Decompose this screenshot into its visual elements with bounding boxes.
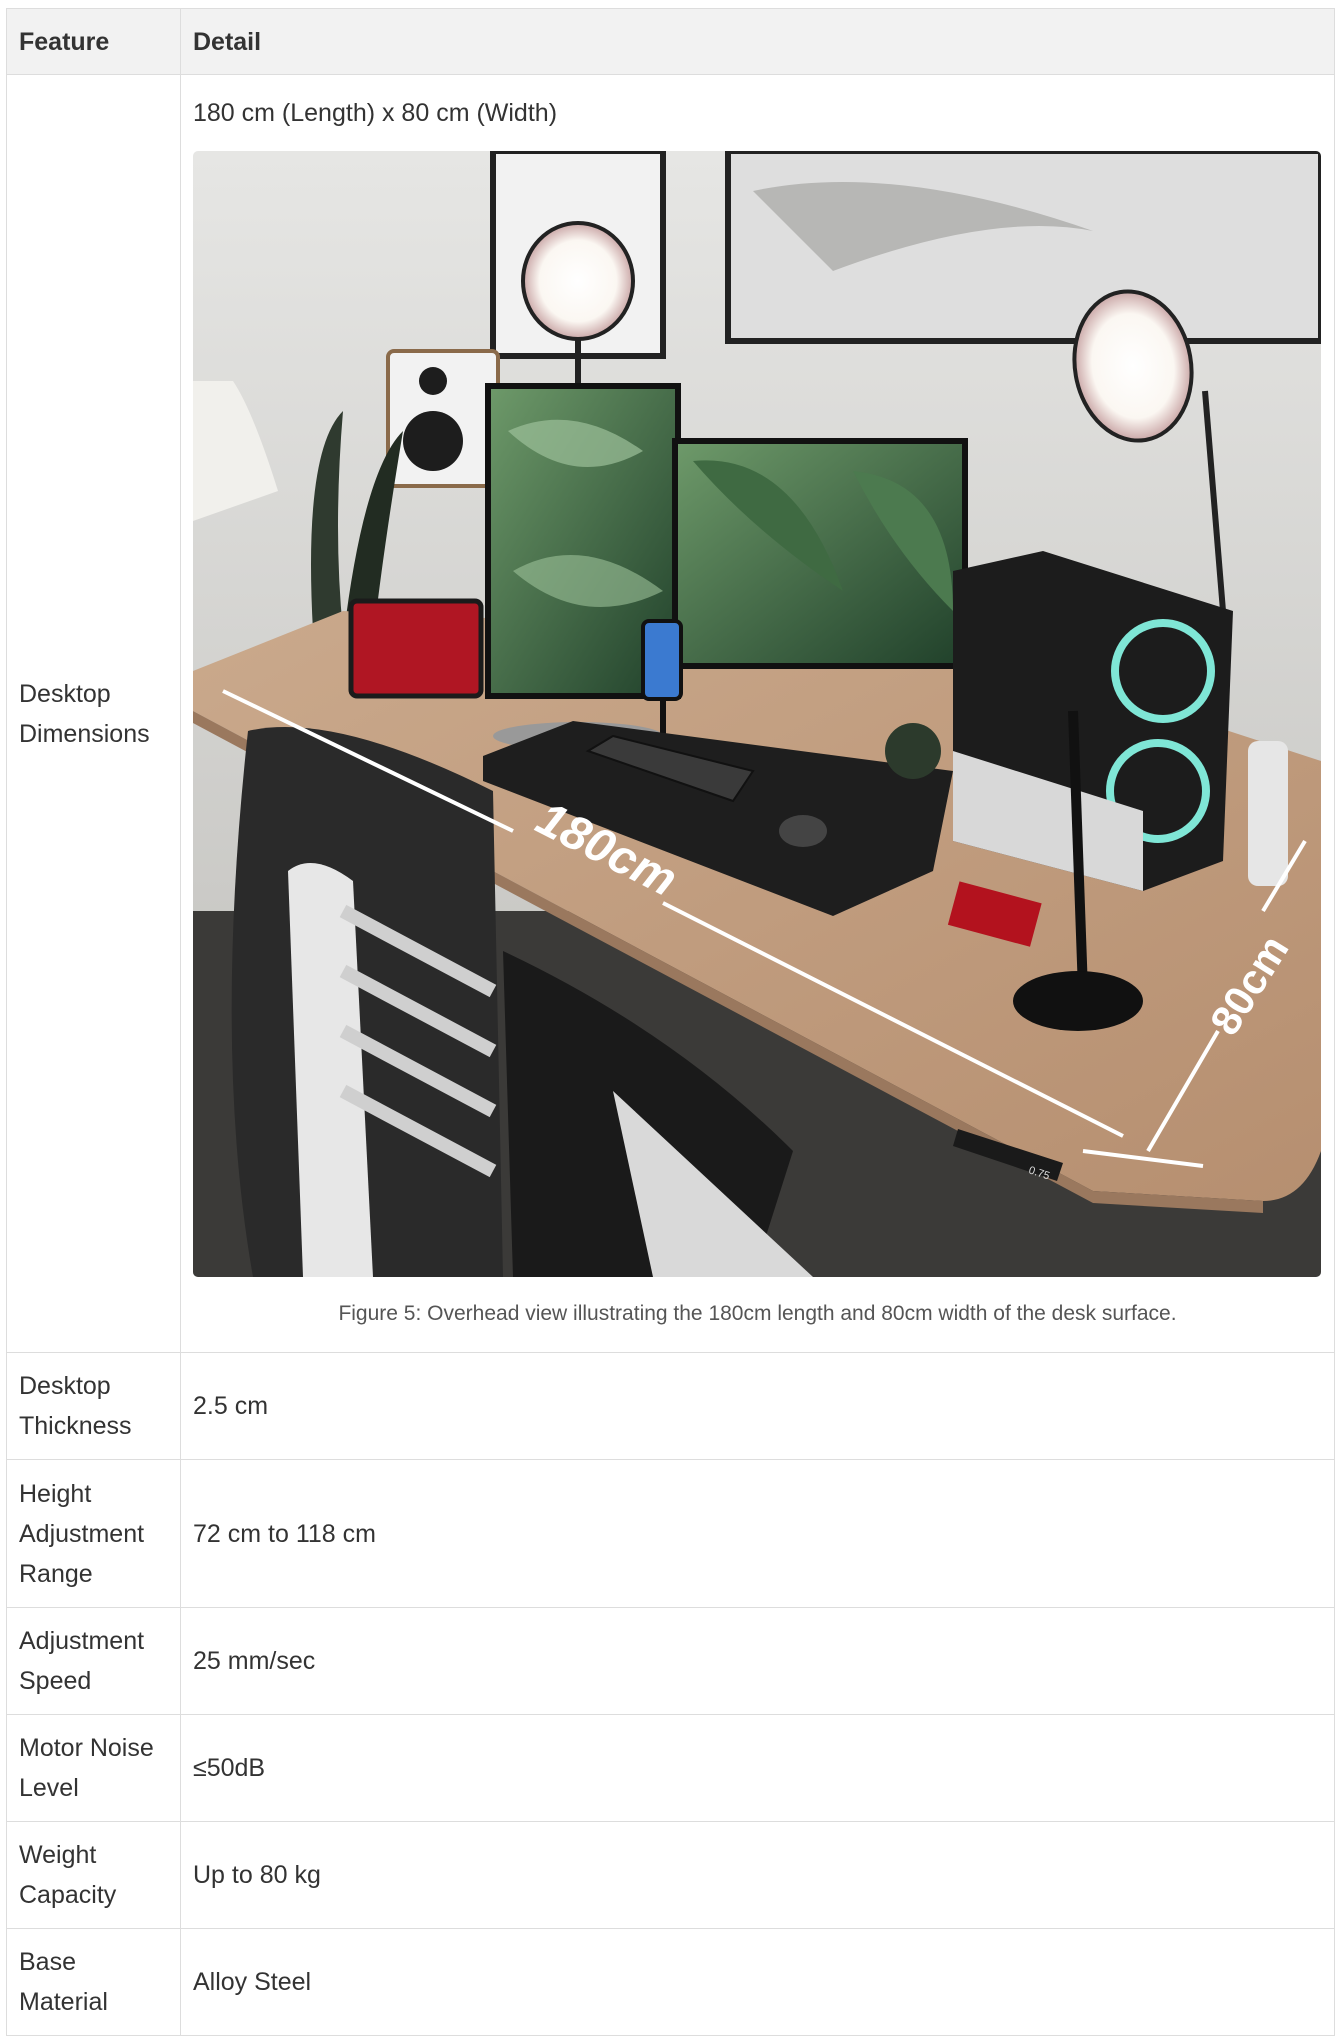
row-detail-dimensions: 180 cm (Length) x 80 cm (Width) 0.75 180… — [180, 74, 1335, 1353]
row-detail-noise: ≤50dB — [180, 1714, 1335, 1822]
spec-table: Feature Detail Desktop Dimensions 180 cm… — [6, 8, 1335, 2036]
table-row: Height Adjustment Range 72 cm to 118 cm — [6, 1459, 1335, 1608]
row-feature-height-range: Height Adjustment Range — [6, 1459, 181, 1608]
row-feature-weight: Weight Capacity — [6, 1821, 181, 1929]
row-detail-thickness: 2.5 cm — [180, 1352, 1335, 1460]
table-row: Desktop Dimensions 180 cm (Length) x 80 … — [6, 74, 1335, 1353]
header-detail: Detail — [180, 8, 1335, 75]
spec-table-container: Feature Detail Desktop Dimensions 180 cm… — [6, 8, 1335, 2036]
table-row: Motor Noise Level ≤50dB — [6, 1714, 1335, 1822]
table-header-row: Feature Detail — [6, 8, 1335, 75]
desk-setup-photo: 0.75 180cm 80cm — [193, 151, 1321, 1277]
table-row: Desktop Thickness 2.5 cm — [6, 1352, 1335, 1460]
table-row: Adjustment Speed 25 mm/sec — [6, 1607, 1335, 1715]
row-detail-speed: 25 mm/sec — [180, 1607, 1335, 1715]
row-feature-dimensions: Desktop Dimensions — [6, 74, 181, 1353]
figure-caption: Figure 5: Overhead view illustrating the… — [338, 1302, 1177, 1325]
row-detail-weight: Up to 80 kg — [180, 1821, 1335, 1929]
row-feature-thickness: Desktop Thickness — [6, 1352, 181, 1460]
table-row: Base Material Alloy Steel — [6, 1928, 1335, 2036]
row-feature-noise: Motor Noise Level — [6, 1714, 181, 1822]
header-feature: Feature — [6, 8, 181, 75]
dimensions-value: 180 cm (Length) x 80 cm (Width) — [193, 99, 558, 127]
row-detail-base-material: Alloy Steel — [180, 1928, 1335, 2036]
row-feature-speed: Adjustment Speed — [6, 1607, 181, 1715]
table-row: Weight Capacity Up to 80 kg — [6, 1821, 1335, 1929]
row-detail-height-range: 72 cm to 118 cm — [180, 1459, 1335, 1608]
row-feature-base-material: Base Material — [6, 1928, 181, 2036]
